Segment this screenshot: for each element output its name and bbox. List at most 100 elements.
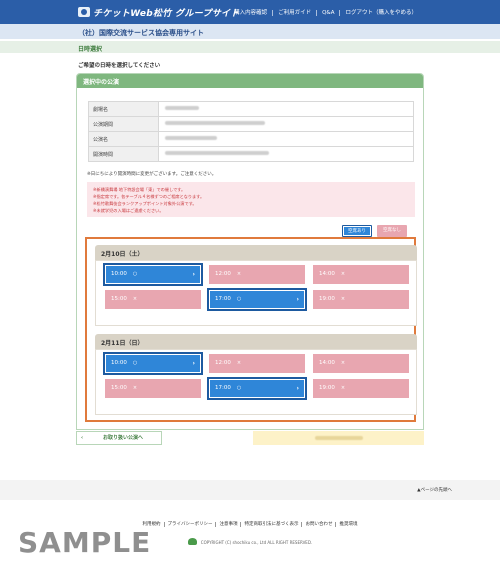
slot-time: 17:00: [215, 385, 231, 391]
redacted-text: [165, 136, 217, 140]
page-top-band: ▲ページの先頭へ: [0, 480, 500, 500]
info-value-title: [158, 131, 414, 147]
section-title: 日時選択: [78, 46, 103, 53]
chevron-left-icon: ‹: [81, 435, 84, 441]
legend-available: 空席あり: [342, 225, 372, 237]
sample-watermark: SAMPLE: [18, 526, 152, 559]
slot-status-mark: ×: [236, 360, 242, 366]
time-slot-button: 15:00 ×: [105, 290, 201, 309]
warning-box: ※新橋演舞場 地下特設会場「東」での催しです。 ※指定席です。各テーブル４名様ず…: [87, 182, 415, 217]
footer-link-commercial-law[interactable]: 特定商取引法に基づく表示: [240, 522, 302, 527]
table-row: 公演名: [88, 131, 414, 147]
footer-link-privacy[interactable]: プライバシーポリシー: [163, 522, 216, 527]
warning-line: ※新橋演舞場 地下特設会場「東」での催しです。: [93, 187, 186, 192]
chevron-right-icon: ›: [296, 385, 299, 392]
footer-link-contact[interactable]: お問い合わせ: [301, 522, 336, 527]
slot-status-mark: ○: [236, 296, 242, 302]
time-slot-button[interactable]: 10:00 ○ ›: [105, 265, 201, 284]
page-top-link[interactable]: ▲ページの先頭へ: [417, 487, 452, 493]
site-title: （社）国際交流サービス協会専用サイト: [78, 29, 204, 37]
back-button-label: お取り扱い公演へ: [103, 435, 144, 441]
slot-status-mark: ○: [132, 271, 138, 277]
slot-time: 17:00: [215, 296, 231, 302]
slot-time: 10:00: [111, 271, 127, 277]
slot-time: 12:00: [215, 360, 231, 366]
slot-time: 19:00: [319, 385, 335, 391]
time-slot-grid: 10:00 ○ › 12:00 × 14:00 × 15:00 × 17:00 ○ › 19:…: [95, 349, 417, 415]
slot-status-mark: ○: [236, 385, 242, 391]
slot-status-mark: ×: [340, 296, 346, 302]
redacted-text: [165, 151, 269, 155]
redacted-text: [165, 106, 199, 110]
time-slot-button: 12:00 ×: [209, 354, 305, 373]
chevron-right-icon: ›: [296, 296, 299, 303]
redacted-text: [315, 436, 363, 440]
time-slot-button: 15:00 ×: [105, 379, 201, 398]
time-slot-button[interactable]: 17:00 ○ ›: [209, 379, 305, 398]
table-row: 開演時間: [88, 146, 414, 162]
back-to-performances-button[interactable]: ‹ お取り扱い公演へ: [76, 431, 162, 445]
time-slot-button: 19:00 ×: [313, 290, 409, 309]
time-slot-grid: 10:00 ○ › 12:00 × 14:00 × 15:00 × 17:00 ○ › 19:…: [95, 260, 417, 326]
slot-time: 10:00: [111, 360, 127, 366]
logo-text: チケットWeb松竹 グループサイト: [93, 9, 240, 19]
slot-time: 12:00: [215, 271, 231, 277]
nav-guide[interactable]: ご利用ガイド: [272, 10, 317, 16]
header-nav: 購入内容確認 ご利用ガイド Q&A ログアウト（購入をやめる）: [229, 8, 422, 16]
section-bar: 日時選択: [0, 41, 500, 53]
time-slot-button: 19:00 ×: [313, 379, 409, 398]
shochiku-crest-icon: [187, 538, 197, 545]
site-header: チケットWeb松竹 グループサイト 購入内容確認 ご利用ガイド Q&A ログアウト（購…: [0, 0, 500, 24]
time-slot-button[interactable]: 10:00 ○ ›: [105, 354, 201, 373]
warning-line: ※未就学児の入場はご遠慮ください。: [93, 208, 164, 213]
lead-text: ご希望の日時を選択してください: [78, 63, 161, 69]
footer-link-environment[interactable]: 推奨環境: [335, 522, 361, 527]
warning-line: ※指定席です。各テーブル４名様ずつのご相席となります。: [93, 194, 205, 199]
warning-line: ※松竹歌舞伎会ランクアップポイント対象外公演です。: [93, 201, 197, 206]
slot-time: 19:00: [319, 296, 335, 302]
next-step-button: [253, 431, 424, 445]
site-logo[interactable]: チケットWeb松竹 グループサイト: [78, 6, 240, 19]
time-slot-button: 14:00 ×: [313, 354, 409, 373]
time-slot-button: 14:00 ×: [313, 265, 409, 284]
slot-time: 14:00: [319, 360, 335, 366]
slot-status-mark: ×: [132, 296, 138, 302]
slot-time: 15:00: [111, 296, 127, 302]
chevron-right-icon: ›: [192, 360, 195, 367]
date-label: 2月11日（日）: [95, 334, 417, 349]
table-row: 公演期間: [88, 116, 414, 132]
info-key-theater: 劇場名: [88, 101, 159, 117]
date-block: 2月10日（土） 10:00 ○ › 12:00 × 14:00 × 15:00 × 17…: [95, 245, 417, 326]
slot-status-mark: ○: [132, 360, 138, 366]
slot-status-mark: ×: [236, 271, 242, 277]
footer-link-notes[interactable]: 注意事項: [215, 522, 241, 527]
panel-header: 選択中の公演: [77, 74, 423, 88]
slot-status-mark: ×: [340, 271, 346, 277]
info-value-period: [158, 116, 414, 132]
schedule-note: ※日にちにより開演時間に変更がございます。ご注意ください。: [87, 172, 217, 177]
chevron-right-icon: ›: [192, 271, 195, 278]
slot-status-mark: ×: [340, 360, 346, 366]
slot-time: 15:00: [111, 385, 127, 391]
info-key-title: 公演名: [88, 131, 159, 147]
slot-status-mark: ×: [132, 385, 138, 391]
time-slot-button: 12:00 ×: [209, 265, 305, 284]
date-block: 2月11日（日） 10:00 ○ › 12:00 × 14:00 × 15:00 × 17…: [95, 334, 417, 415]
date-label: 2月10日（土）: [95, 245, 417, 260]
nav-logout[interactable]: ログアウト（購入をやめる）: [339, 10, 422, 16]
panel-title: 選択中の公演: [83, 79, 120, 86]
legend-unavailable: 空席なし: [377, 225, 407, 237]
info-key-period: 公演期間: [88, 116, 159, 132]
info-key-start-time: 開演時間: [88, 146, 159, 162]
logo-icon: [78, 7, 90, 17]
info-value-theater: [158, 101, 414, 117]
nav-purchase-confirm[interactable]: 購入内容確認: [229, 10, 272, 16]
nav-faq[interactable]: Q&A: [316, 10, 340, 16]
time-slot-button[interactable]: 17:00 ○ ›: [209, 290, 305, 309]
info-value-start-time: [158, 146, 414, 162]
date-selection-area: 2月10日（土） 10:00 ○ › 12:00 × 14:00 × 15:00 × 17…: [85, 237, 417, 422]
copyright-text: COPYRIGHT (C) shochiku co., Ltd ALL RIGH…: [200, 540, 313, 545]
site-title-bar: （社）国際交流サービス協会専用サイト: [0, 24, 500, 39]
table-row: 劇場名: [88, 101, 414, 117]
performance-info-table: 劇場名 公演期間 公演名 開演時間: [88, 101, 414, 162]
